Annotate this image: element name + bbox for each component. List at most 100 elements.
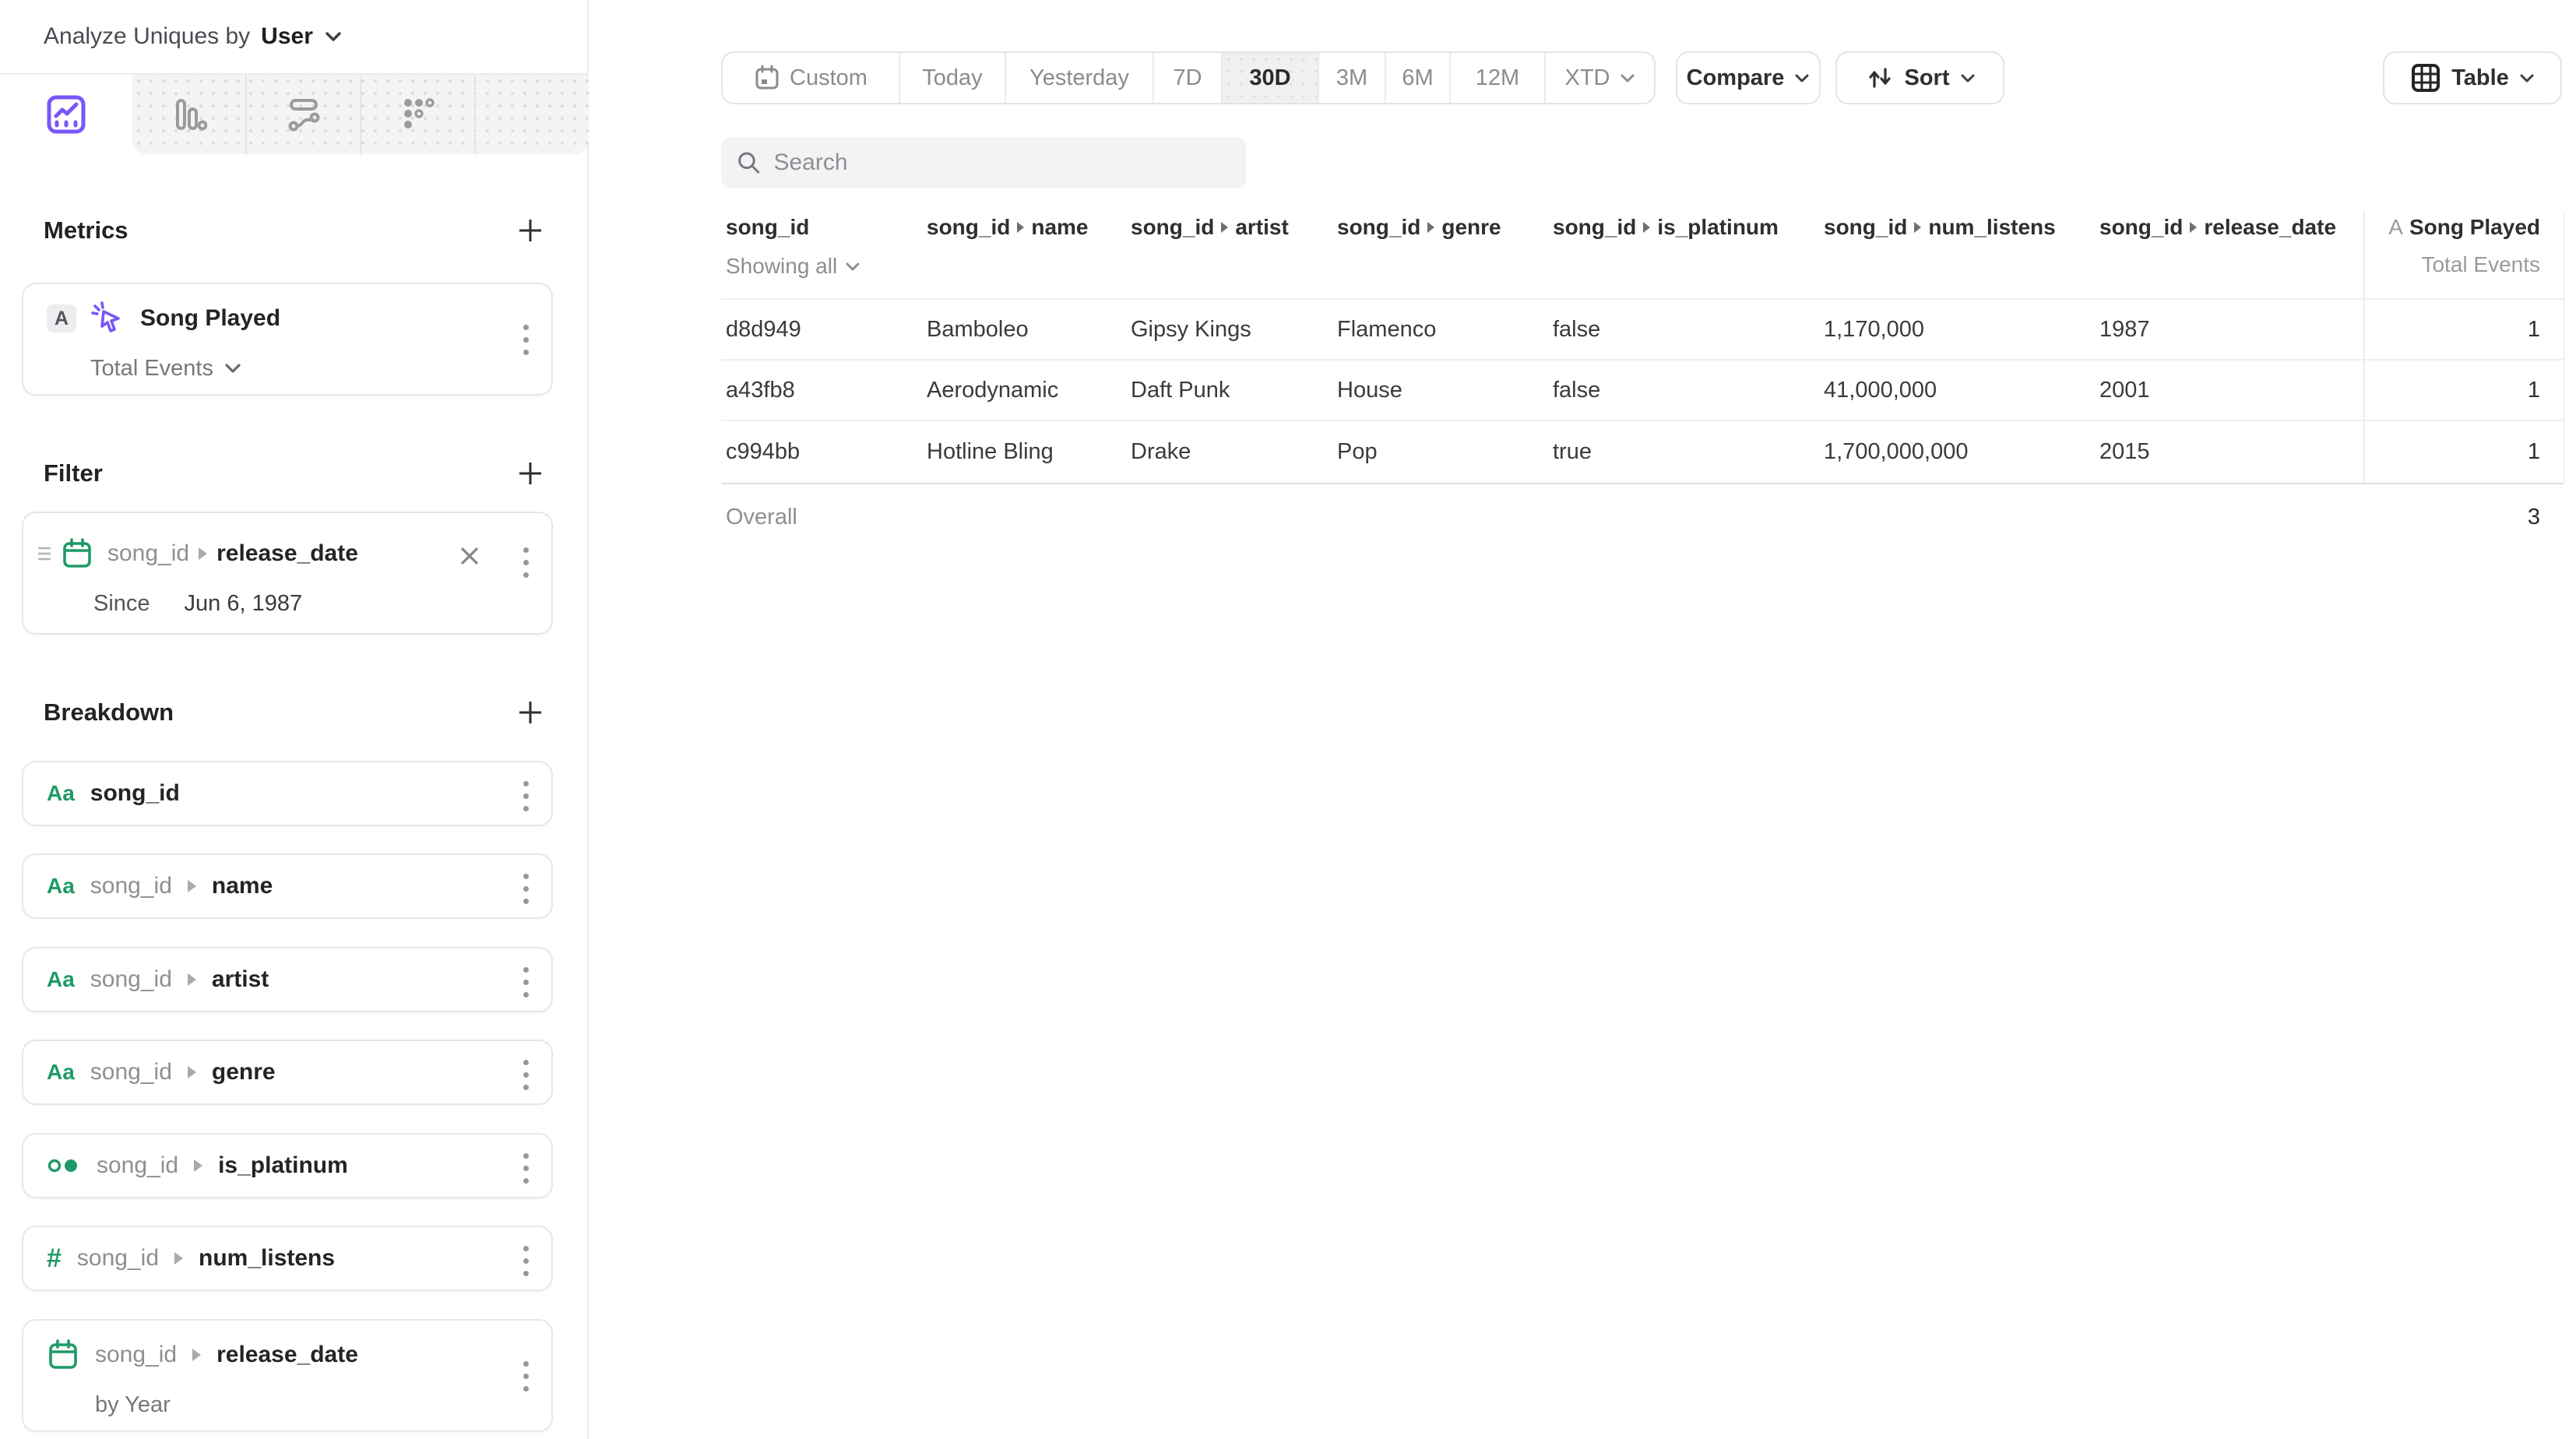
column-header-is-platinum[interactable]: song_idis_platinum xyxy=(1553,215,1779,240)
metric-measure-select[interactable]: Total Events xyxy=(90,356,213,382)
text-property-icon: Aa xyxy=(47,781,75,806)
breakdown-label: song_id xyxy=(90,780,180,807)
query-sidebar: Analyze Uniques by User xyxy=(0,0,589,1439)
chevron-down-icon xyxy=(2519,73,2535,83)
date-range-30d[interactable]: 30D xyxy=(1221,53,1318,103)
tab-flow-chart[interactable] xyxy=(245,75,360,154)
metric-card[interactable]: A Song Played Total Events xyxy=(22,283,553,396)
add-metric-button[interactable] xyxy=(516,216,545,245)
table-row[interactable]: a43fb8 Aerodynamic Daft Punk House false… xyxy=(721,359,2564,420)
date-range-12m[interactable]: 12M xyxy=(1449,53,1544,103)
sort-button[interactable]: Sort xyxy=(1835,51,2004,104)
breakdown-card-song-id[interactable]: Aa song_id xyxy=(22,761,553,826)
date-range-3m[interactable]: 3M xyxy=(1318,53,1385,103)
breakdown-menu-button[interactable] xyxy=(523,1153,531,1184)
table-row[interactable]: c994bb Hotline Bling Drake Pop true 1,70… xyxy=(721,420,2564,483)
table-right-edge xyxy=(2564,210,2565,483)
breakdown-bucket[interactable]: by Year xyxy=(95,1392,171,1418)
property-arrow-icon xyxy=(194,1159,202,1172)
line-chart-icon xyxy=(46,93,86,136)
boolean-property-icon xyxy=(47,1156,81,1176)
breakdown-menu-button[interactable] xyxy=(523,1246,531,1276)
chevron-down-icon xyxy=(845,262,860,272)
tab-funnel-chart[interactable] xyxy=(360,75,474,154)
breakdown-menu-button[interactable] xyxy=(523,874,531,904)
property-arrow-icon xyxy=(188,880,196,892)
filter-value[interactable]: Jun 6, 1987 xyxy=(185,591,303,617)
property-arrow-icon xyxy=(1221,222,1228,233)
filter-card[interactable]: song_id release_date Since Jun 6, 1987 xyxy=(22,512,553,635)
breakdown-menu-button[interactable] xyxy=(523,1060,531,1090)
metric-event-name: Song Played xyxy=(140,305,280,332)
chevron-down-icon xyxy=(324,30,343,43)
breakdown-card-name[interactable]: Aa song_id name xyxy=(22,853,553,919)
view-type-button[interactable]: Table xyxy=(2383,51,2562,104)
column-header-song-id[interactable]: song_id xyxy=(726,215,809,240)
search-input[interactable] xyxy=(773,150,1230,176)
date-range-xtd[interactable]: XTD xyxy=(1544,53,1654,103)
column-header-num-listens[interactable]: song_idnum_listens xyxy=(1824,215,2056,240)
breakdown-heading: Breakdown xyxy=(44,698,174,727)
showing-all-select[interactable]: Showing all xyxy=(726,254,860,279)
calendar-icon xyxy=(754,64,780,92)
date-range-7d[interactable]: 7D xyxy=(1153,53,1221,103)
breakdown-menu-button[interactable] xyxy=(523,967,531,997)
date-range-today[interactable]: Today xyxy=(899,53,1005,103)
breakdown-card-num-listens[interactable]: # song_id num_listens xyxy=(22,1226,553,1291)
breakdown-section-header: Breakdown xyxy=(44,695,545,730)
inactive-tabs-strip xyxy=(132,75,589,154)
date-range-6m[interactable]: 6M xyxy=(1385,53,1449,103)
table-row[interactable]: d8d949 Bamboleo Gipsy Kings Flamenco fal… xyxy=(721,298,2564,359)
add-breakdown-button[interactable] xyxy=(516,698,545,727)
breakdown-label: release_date xyxy=(216,1342,358,1368)
analyze-label: Analyze Uniques by xyxy=(44,23,250,50)
compare-button[interactable]: Compare xyxy=(1676,51,1821,104)
breakdown-card-genre[interactable]: Aa song_id genre xyxy=(22,1040,553,1105)
breakdown-card-release-date[interactable]: song_id release_date by Year xyxy=(22,1319,553,1432)
search-bar xyxy=(721,137,1246,188)
event-cursor-icon xyxy=(90,301,126,336)
breakdown-label: genre xyxy=(212,1059,276,1085)
sort-arrows-icon xyxy=(1865,64,1895,92)
property-arrow-icon xyxy=(1914,222,1921,233)
metrics-heading: Metrics xyxy=(44,216,128,245)
column-header-release-date[interactable]: song_idrelease_date xyxy=(2099,215,2336,240)
tab-line-chart[interactable] xyxy=(0,75,132,154)
date-range-yesterday[interactable]: Yesterday xyxy=(1005,53,1153,103)
breakdown-parent: song_id xyxy=(90,873,172,899)
property-arrow-icon xyxy=(199,547,207,560)
property-arrow-icon xyxy=(192,1349,201,1361)
add-filter-button[interactable] xyxy=(516,459,545,488)
metric-menu-button[interactable] xyxy=(523,325,531,355)
breakdown-parent: song_id xyxy=(97,1152,178,1179)
metric-value: 1 xyxy=(2528,300,2540,359)
search-icon xyxy=(737,150,761,176)
property-arrow-icon xyxy=(1017,222,1024,233)
breakdown-card-is-platinum[interactable]: song_id is_platinum xyxy=(22,1133,553,1198)
column-header-artist[interactable]: song_idartist xyxy=(1131,215,1289,240)
drag-handle-icon[interactable] xyxy=(34,542,55,565)
property-arrow-icon xyxy=(188,973,196,986)
remove-filter-button[interactable] xyxy=(458,544,481,568)
filter-menu-button[interactable] xyxy=(523,547,531,578)
filter-parent: song_id xyxy=(107,540,189,567)
table-header: song_id Showing all song_idname song_ida… xyxy=(721,209,2564,299)
property-arrow-icon xyxy=(1427,222,1434,233)
filter-operator[interactable]: Since xyxy=(93,591,150,617)
column-header-name[interactable]: song_idname xyxy=(927,215,1089,240)
bar-chart-icon xyxy=(171,97,207,132)
date-range-control: Custom Today Yesterday 7D 30D 3M 6M 12M … xyxy=(721,51,1656,104)
chevron-down-icon xyxy=(224,363,241,374)
tab-strip-spacer xyxy=(474,75,589,154)
tab-bar-chart[interactable] xyxy=(132,75,245,154)
breakdown-parent: song_id xyxy=(90,966,172,993)
column-header-metric[interactable]: ASong Played Total Events xyxy=(2363,209,2564,277)
breakdown-card-artist[interactable]: Aa song_id artist xyxy=(22,947,553,1012)
date-range-custom[interactable]: Custom xyxy=(723,53,899,103)
column-header-genre[interactable]: song_idgenre xyxy=(1337,215,1501,240)
chevron-down-icon xyxy=(1620,73,1635,83)
metrics-section-header: Metrics xyxy=(44,213,545,248)
analyze-entity-select[interactable]: User xyxy=(261,23,313,50)
breakdown-menu-button[interactable] xyxy=(523,781,531,811)
breakdown-menu-button[interactable] xyxy=(523,1361,531,1392)
